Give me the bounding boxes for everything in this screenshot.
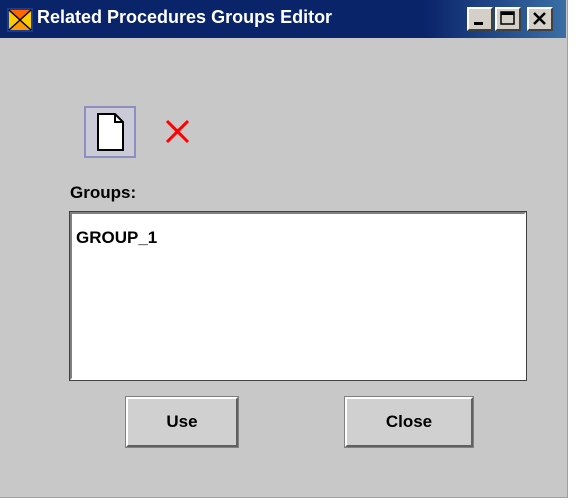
groups-editor-window: Related Procedures Groups Editor Groups:… (0, 0, 568, 498)
maximize-button[interactable] (495, 7, 521, 31)
window-title: Related Procedures Groups Editor (37, 7, 333, 27)
app-icon (7, 8, 33, 32)
title-bar[interactable]: Related Procedures Groups Editor (0, 0, 566, 38)
minimize-button[interactable] (467, 7, 493, 31)
close-icon (533, 12, 546, 25)
use-button[interactable]: Use (125, 396, 239, 448)
new-group-button[interactable] (84, 106, 136, 158)
new-document-icon (97, 113, 124, 151)
maximize-icon (500, 11, 515, 25)
delete-group-button[interactable] (152, 106, 204, 158)
close-button[interactable]: Close (344, 396, 474, 448)
groups-label: Groups: (70, 183, 137, 202)
list-item[interactable]: GROUP_1 (76, 228, 157, 248)
groups-list[interactable]: GROUP_1 (69, 211, 527, 381)
delete-x-icon (165, 119, 190, 144)
minimize-icon (474, 22, 483, 25)
close-window-button[interactable] (527, 7, 553, 31)
